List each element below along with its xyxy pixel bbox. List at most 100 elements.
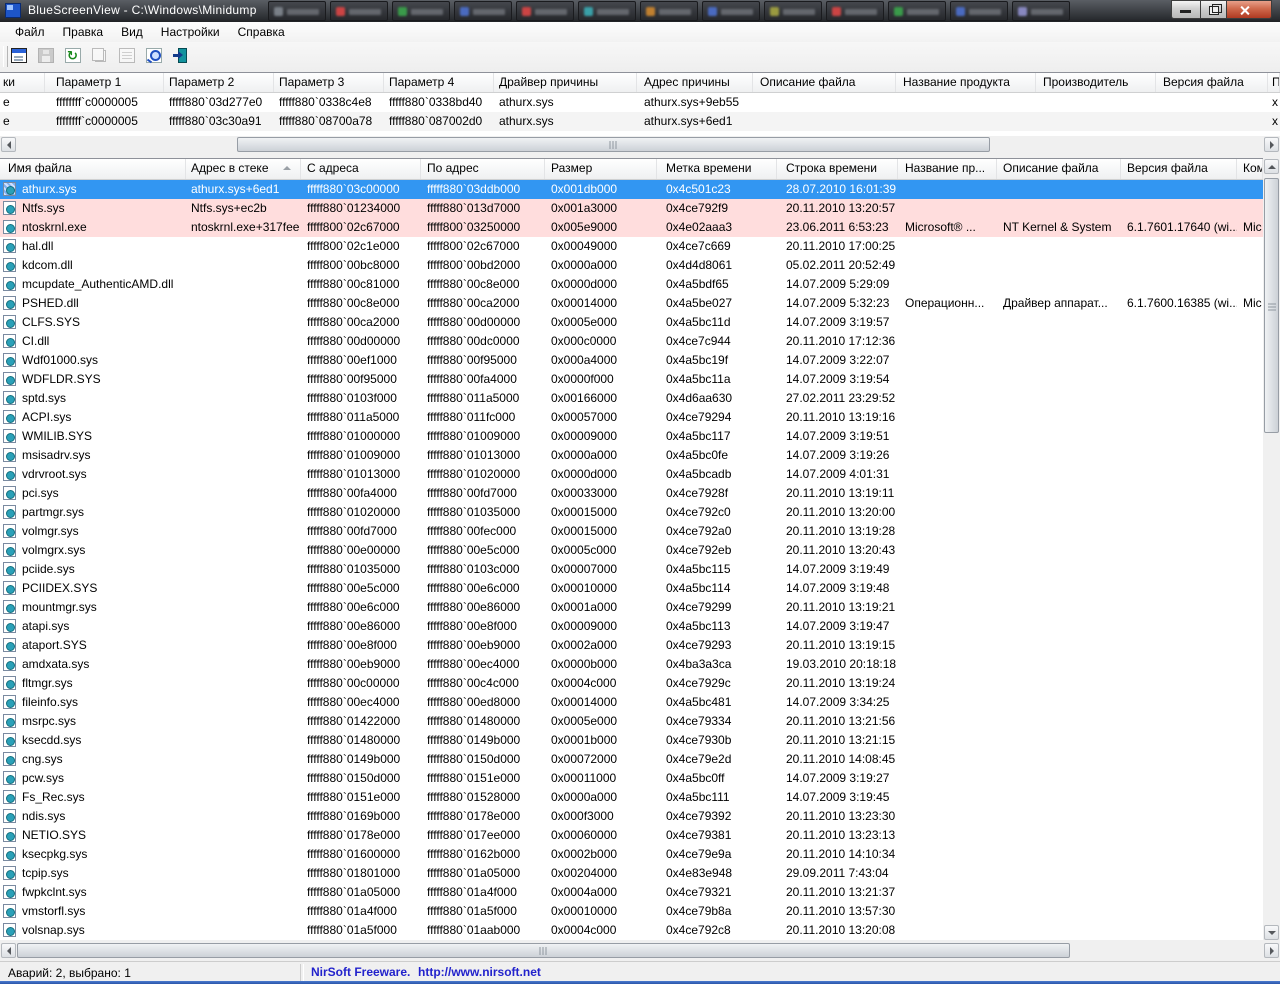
- driver-file-icon: [3, 866, 16, 880]
- scroll-down-button[interactable]: [1264, 925, 1279, 940]
- cell: 0x00009000: [545, 617, 657, 636]
- table-row[interactable]: mountmgr.sysfffff880`00e6c000fffff880`00…: [0, 598, 1263, 617]
- table-row[interactable]: Fs_Rec.sysfffff880`0151e000fffff880`0152…: [0, 788, 1263, 807]
- table-row[interactable]: ksecdd.sysfffff880`01480000fffff880`0149…: [0, 731, 1263, 750]
- column-header[interactable]: Производитель: [1036, 73, 1156, 92]
- find-button[interactable]: [145, 46, 165, 67]
- table-row[interactable]: tcpip.sysfffff880`01801000fffff880`01a05…: [0, 864, 1263, 883]
- column-header[interactable]: Адрес в стеке: [186, 159, 301, 179]
- table-row[interactable]: amdxata.sysfffff880`00eb9000fffff880`00e…: [0, 655, 1263, 674]
- menu-item-файл[interactable]: Файл: [6, 23, 54, 41]
- options-button[interactable]: [10, 46, 30, 67]
- column-header[interactable]: Ком: [1237, 159, 1263, 179]
- vertical-scroll-thumb[interactable]: [1264, 178, 1279, 433]
- crash-row[interactable]: effffffff`c0000005fffff880`03d277e0fffff…: [0, 93, 1280, 112]
- column-header[interactable]: Параметр 2: [164, 73, 274, 92]
- table-row[interactable]: PCIIDEX.SYSfffff880`00e5c000fffff880`00e…: [0, 579, 1263, 598]
- menu-item-правка[interactable]: Правка: [54, 23, 113, 41]
- table-row[interactable]: cng.sysfffff880`0149b000fffff880`0150d00…: [0, 750, 1263, 769]
- upper-horizontal-scrollbar[interactable]: [0, 136, 1280, 153]
- column-header[interactable]: Описание файла: [753, 73, 896, 92]
- table-row[interactable]: atapi.sysfffff880`00e86000fffff880`00e8f…: [0, 617, 1263, 636]
- cell: 0x4e02aaa3: [657, 218, 777, 237]
- exit-button[interactable]: [172, 46, 192, 67]
- table-row[interactable]: CLFS.SYSfffff880`00ca2000fffff880`00d000…: [0, 313, 1263, 332]
- cell: 0x0000a000: [545, 788, 657, 807]
- table-row[interactable]: WMILIB.SYSfffff880`01000000fffff880`0100…: [0, 427, 1263, 446]
- table-row[interactable]: msrpc.sysfffff880`01422000fffff880`01480…: [0, 712, 1263, 731]
- table-row[interactable]: ndis.sysfffff880`0169b000fffff880`0178e0…: [0, 807, 1263, 826]
- column-header[interactable]: ки: [0, 73, 45, 92]
- column-header[interactable]: Адрес причины: [637, 73, 753, 92]
- table-row[interactable]: vmstorfl.sysfffff880`01a4f000fffff880`01…: [0, 902, 1263, 921]
- column-header[interactable]: Строка времени: [777, 159, 898, 179]
- table-row[interactable]: pcw.sysfffff880`0150d000fffff880`0151e00…: [0, 769, 1263, 788]
- column-header[interactable]: Драйвер причины: [494, 73, 637, 92]
- column-header[interactable]: Описание файла: [997, 159, 1121, 179]
- table-row[interactable]: WDFLDR.SYSfffff880`00f95000fffff880`00fa…: [0, 370, 1263, 389]
- column-header[interactable]: Версия файла: [1156, 73, 1268, 92]
- table-row[interactable]: hal.dllfffff800`02c1e000fffff800`02c6700…: [0, 237, 1263, 256]
- table-row[interactable]: fwpkclnt.sysfffff880`01a05000fffff880`01…: [0, 883, 1263, 902]
- table-row[interactable]: vdrvroot.sysfffff880`01013000fffff880`01…: [0, 465, 1263, 484]
- driver-file-icon: [3, 429, 16, 443]
- upper-scroll-thumb[interactable]: [237, 137, 990, 152]
- vertical-scrollbar[interactable]: [1263, 158, 1280, 941]
- table-row[interactable]: ksecpkg.sysfffff880`01600000fffff880`016…: [0, 845, 1263, 864]
- table-row[interactable]: NETIO.SYSfffff880`0178e000fffff880`017ee…: [0, 826, 1263, 845]
- column-header[interactable]: Имя файла: [0, 159, 186, 179]
- column-header[interactable]: Название пр...: [898, 159, 997, 179]
- table-row[interactable]: msisadrv.sysfffff880`01009000fffff880`01…: [0, 446, 1263, 465]
- cell: Microsoft® ...: [898, 218, 997, 237]
- table-row[interactable]: athurx.sysathurx.sys+6ed1fffff880`03c000…: [0, 180, 1263, 199]
- table-row[interactable]: fileinfo.sysfffff880`00ec4000fffff880`00…: [0, 693, 1263, 712]
- table-row[interactable]: partmgr.sysfffff880`01020000fffff880`010…: [0, 503, 1263, 522]
- lower-horizontal-scrollbar[interactable]: [0, 942, 1280, 959]
- table-row[interactable]: ntoskrnl.exentoskrnl.exe+317feefffff800`…: [0, 218, 1263, 237]
- table-row[interactable]: mcupdate_AuthenticAMD.dllfffff880`00c810…: [0, 275, 1263, 294]
- refresh-button[interactable]: [64, 46, 84, 67]
- lower-scroll-thumb[interactable]: [17, 943, 1070, 958]
- table-row[interactable]: volmgrx.sysfffff880`00e00000fffff880`00e…: [0, 541, 1263, 560]
- cell: fffff880`00e00000: [301, 541, 421, 560]
- column-header[interactable]: По адрес: [421, 159, 545, 179]
- column-header[interactable]: Размер: [545, 159, 657, 179]
- scroll-right-button[interactable]: [1264, 137, 1279, 152]
- scroll-right-button[interactable]: [1264, 943, 1279, 958]
- table-row[interactable]: ataport.SYSfffff880`00e8f000fffff880`00e…: [0, 636, 1263, 655]
- scroll-up-button[interactable]: [1264, 159, 1279, 174]
- column-header[interactable]: Параметр 4: [384, 73, 494, 92]
- column-header[interactable]: Название продукта: [896, 73, 1036, 92]
- close-button[interactable]: [1227, 0, 1272, 19]
- restore-button[interactable]: [1200, 0, 1227, 19]
- table-row[interactable]: sptd.sysfffff880`0103f000fffff880`011a50…: [0, 389, 1263, 408]
- minimize-button[interactable]: [1171, 0, 1200, 19]
- table-row[interactable]: Ntfs.sysNtfs.sys+ec2bfffff880`01234000ff…: [0, 199, 1263, 218]
- column-header[interactable]: Параметр 1: [45, 73, 164, 92]
- table-row[interactable]: ACPI.sysfffff880`011a5000fffff880`011fc0…: [0, 408, 1263, 427]
- scroll-left-button[interactable]: [1, 943, 16, 958]
- driver-file-icon: [3, 809, 16, 823]
- menu-item-справка[interactable]: Справка: [229, 23, 294, 41]
- scroll-left-button[interactable]: [1, 137, 16, 152]
- table-row[interactable]: Wdf01000.sysfffff880`00ef1000fffff880`00…: [0, 351, 1263, 370]
- table-row[interactable]: fltmgr.sysfffff880`00c00000fffff880`00c4…: [0, 674, 1263, 693]
- table-row[interactable]: pci.sysfffff880`00fa4000fffff880`00fd700…: [0, 484, 1263, 503]
- table-row[interactable]: kdcom.dllfffff800`00bc8000fffff800`00bd2…: [0, 256, 1263, 275]
- table-row[interactable]: volsnap.sysfffff880`01a5f000fffff880`01a…: [0, 921, 1263, 940]
- column-header[interactable]: П: [1268, 73, 1280, 92]
- cell: fffff880`013d7000: [421, 199, 545, 218]
- column-header[interactable]: Версия файла: [1121, 159, 1237, 179]
- menu-item-настройки[interactable]: Настройки: [152, 23, 229, 41]
- cell: ntoskrnl.exe+317fee: [186, 218, 301, 237]
- table-row[interactable]: CI.dllfffff880`00d00000fffff880`00dc0000…: [0, 332, 1263, 351]
- column-header[interactable]: С адреса: [301, 159, 421, 179]
- table-row[interactable]: PSHED.dllfffff880`00c8e000fffff880`00ca2…: [0, 294, 1263, 313]
- crash-row[interactable]: effffffff`c0000005fffff880`03c30a91fffff…: [0, 112, 1280, 131]
- cell: 0x00049000: [545, 237, 657, 256]
- table-row[interactable]: pciide.sysfffff880`01035000fffff880`0103…: [0, 560, 1263, 579]
- column-header[interactable]: Параметр 3: [274, 73, 384, 92]
- menu-item-вид[interactable]: Вид: [112, 23, 152, 41]
- table-row[interactable]: volmgr.sysfffff880`00fd7000fffff880`00fe…: [0, 522, 1263, 541]
- column-header[interactable]: Метка времени: [657, 159, 777, 179]
